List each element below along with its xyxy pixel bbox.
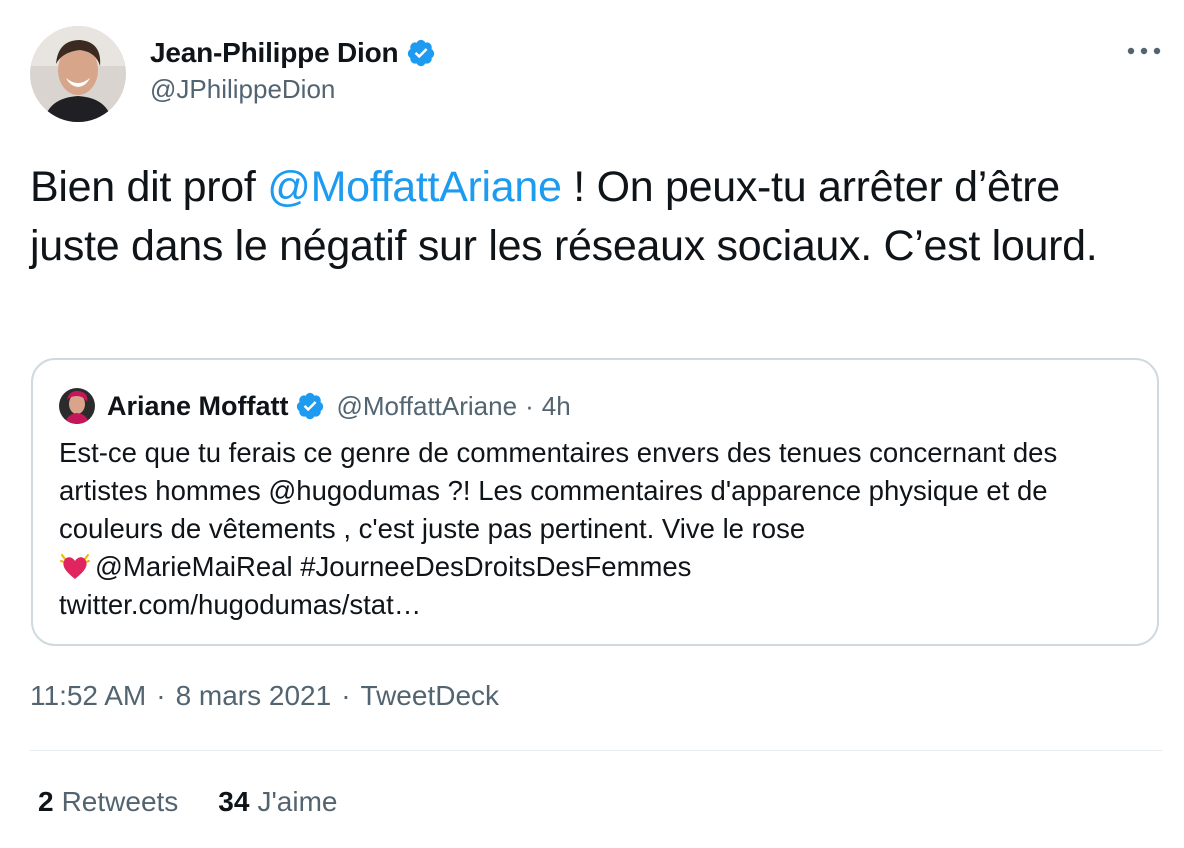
quoted-author-avatar[interactable] [59, 388, 95, 424]
tweet-text-part: Bien dit prof [30, 163, 268, 211]
mention-link[interactable]: @MoffattAriane [267, 163, 562, 211]
divider [30, 750, 1162, 751]
quoted-tweet-text: Est-ce que tu ferais ce genre de comment… [59, 434, 1139, 624]
retweets-label: Retweets [61, 786, 179, 817]
verified-badge-icon [408, 39, 435, 67]
quoted-tweet-text-line: @MarieMaiReal #JourneeDesDroitsDesFemmes [95, 551, 692, 582]
likes-stat[interactable]: 34 J'aime [218, 786, 337, 818]
retweets-count: 2 [38, 786, 54, 817]
tweet-time[interactable]: 11:52 AM [30, 680, 146, 712]
quoted-tweet-time[interactable]: 4h [542, 391, 571, 422]
more-horizontal-icon[interactable] [1122, 36, 1166, 66]
quoted-author-handle[interactable]: @MoffattAriane [337, 391, 518, 422]
quoted-tweet-text-line: Est-ce que tu ferais ce genre de comment… [59, 437, 1058, 544]
quoted-tweet-link[interactable]: twitter.com/hugodumas/stat… [59, 589, 421, 620]
tweet-text: Bien dit prof @MoffattAriane ! On peux-t… [30, 158, 1160, 276]
likes-label: J'aime [257, 786, 338, 817]
author-info: Jean-Philippe Dion @JPhilippeDion [150, 34, 436, 105]
likes-count: 34 [218, 786, 250, 817]
author-display-name[interactable]: Jean-Philippe Dion [150, 37, 399, 69]
separator-dot: · [341, 680, 351, 711]
retweets-stat[interactable]: 2 Retweets [38, 786, 178, 818]
tweet-card: Jean-Philippe Dion @JPhilippeDion Bien d… [0, 0, 1184, 848]
tweet-stats: 2 Retweets 34 J'aime [38, 786, 378, 818]
quoted-tweet[interactable]: Ariane Moffatt @MoffattAriane · 4h Est-c… [31, 358, 1159, 646]
quoted-author-display-name[interactable]: Ariane Moffatt [107, 391, 289, 422]
growing-heart-icon [60, 554, 90, 579]
tweet-date[interactable]: 8 mars 2021 [176, 680, 332, 712]
author-handle[interactable]: @JPhilippeDion [150, 74, 436, 105]
separator-dot: · [156, 680, 166, 711]
quoted-tweet-header: Ariane Moffatt @MoffattAriane · 4h [59, 388, 571, 424]
tweet-metadata: 11:52 AM · 8 mars 2021 · TweetDeck [30, 680, 499, 712]
tweet-source[interactable]: TweetDeck [361, 680, 500, 712]
verified-badge-icon [296, 392, 323, 420]
author-avatar[interactable] [30, 26, 126, 122]
separator-dot: · [525, 390, 534, 421]
